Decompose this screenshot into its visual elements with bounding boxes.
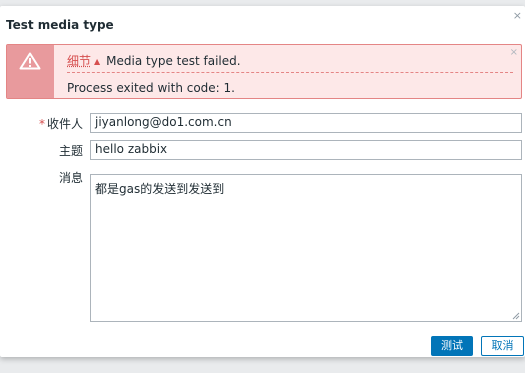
message-label: 消息 <box>58 171 83 185</box>
test-button[interactable]: 测试 <box>431 336 473 356</box>
subject-label: 主题 <box>58 144 83 158</box>
required-marker: * <box>38 117 45 131</box>
caret-up-icon[interactable]: ▲ <box>94 57 100 66</box>
error-alert: 细节 ▲ Media type test failed. Process exite… <box>6 44 522 99</box>
alert-close-icon[interactable]: × <box>510 48 518 58</box>
alert-message: Media type test failed. <box>106 54 241 68</box>
recipient-label: * 收件人 <box>38 117 83 131</box>
message-textarea[interactable]: 都是gas的发送到发送到 <box>90 174 522 322</box>
subject-input[interactable]: hello zabbix <box>90 140 522 160</box>
recipient-input[interactable]: jiyanlong@do1.com.cn <box>90 113 522 133</box>
dialog-close-icon[interactable]: × <box>513 10 522 21</box>
alert-body: 细节 ▲ Media type test failed. Process exite… <box>67 45 513 98</box>
resize-grip-icon[interactable] <box>512 312 520 320</box>
test-media-type-dialog: Test media type × 细节 ▲ Media type test fai… <box>0 6 525 357</box>
alert-detail: Process exited with code: 1. <box>67 81 235 95</box>
alert-divider <box>67 72 513 73</box>
alert-summary: 细节 ▲ Media type test failed. <box>67 52 241 69</box>
alert-icon-box <box>7 45 54 98</box>
alert-details-toggle[interactable]: 细节 <box>67 54 91 68</box>
dialog-title: Test media type <box>6 18 114 32</box>
warning-triangle-icon <box>19 52 41 70</box>
message-text: 都是gas的发送到发送到 <box>95 182 225 196</box>
cancel-button[interactable]: 取消 <box>481 336 524 356</box>
